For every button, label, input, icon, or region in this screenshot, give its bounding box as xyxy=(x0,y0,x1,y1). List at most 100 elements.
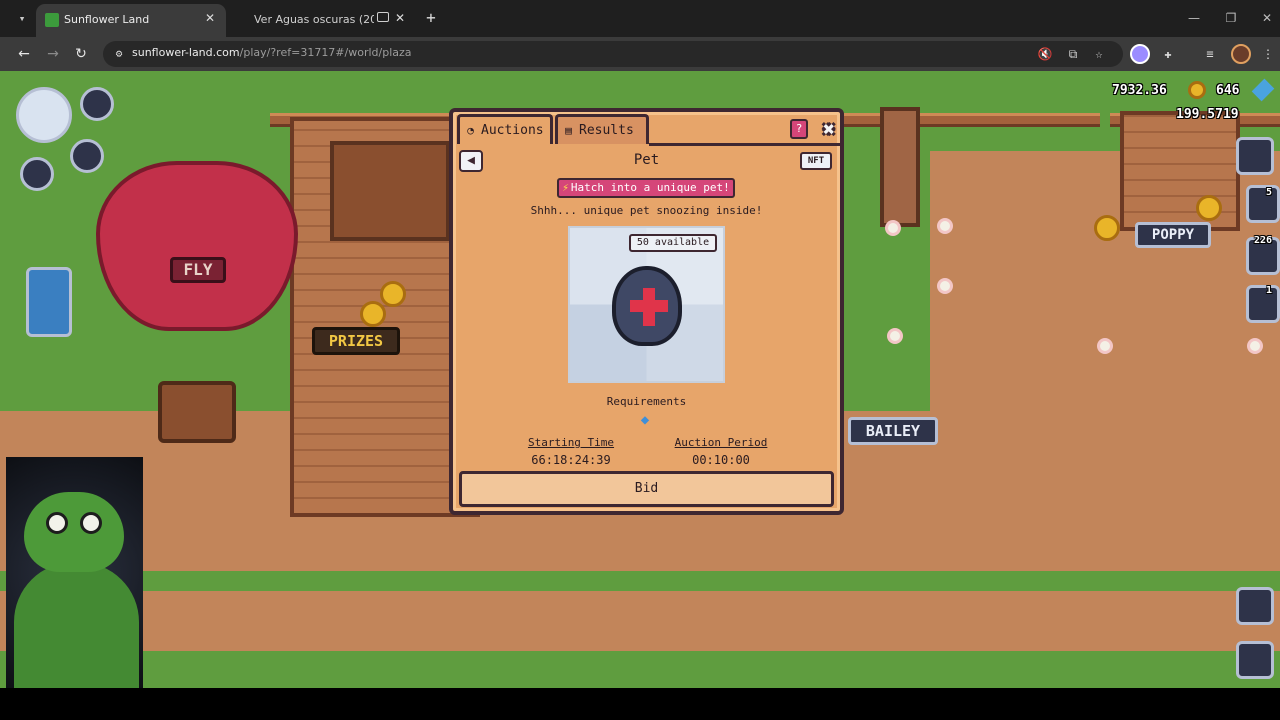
shop-building xyxy=(1120,111,1240,231)
maximize-window-button[interactable]: ❐ xyxy=(1221,9,1241,27)
auction-period-label: Auction Period xyxy=(674,436,768,449)
inventory-chest-icon[interactable] xyxy=(20,157,54,191)
letterbox-bar xyxy=(0,688,1280,720)
coin-decoration xyxy=(360,301,386,327)
shelf xyxy=(880,107,920,227)
requirements-label: Requirements xyxy=(606,395,687,408)
hatch-badge: ⚡ Hatch into a unique pet! xyxy=(557,178,735,198)
tab-search-button[interactable]: ▾ xyxy=(12,9,32,29)
reading-list-icon[interactable]: ≡ xyxy=(1201,45,1219,63)
auction-period: Auction Period 00:10:00 xyxy=(646,436,796,467)
tab-title: Ver Aguas oscuras (2019) O xyxy=(254,13,374,26)
coin-decoration xyxy=(1196,195,1222,221)
egg-marking xyxy=(630,300,668,312)
browser-tab-strip: ▾ Sunflower Land ✕ Ver Aguas oscuras (20… xyxy=(0,0,1280,37)
minimize-window-button[interactable]: — xyxy=(1184,9,1204,27)
url-text: sunflower-land.com/play/?ref=31717#/worl… xyxy=(132,46,412,59)
side-count: 1 xyxy=(1266,285,1273,296)
flower xyxy=(940,221,950,231)
kermit-eye xyxy=(46,512,68,534)
starting-time: Starting Time 66:18:24:39 xyxy=(496,436,646,467)
player-avatar[interactable] xyxy=(16,87,72,143)
balloon-basket xyxy=(158,381,236,443)
reload-button[interactable]: ↻ xyxy=(71,44,91,64)
balance-primary: 7932.36 xyxy=(1112,83,1167,98)
scroll-icon: ▤ xyxy=(565,124,572,137)
flower xyxy=(888,223,898,233)
save-icon[interactable] xyxy=(1236,587,1274,625)
bailey-npc-label[interactable]: BAILEY xyxy=(848,417,938,445)
stopwatch-icon: ◔ xyxy=(467,124,474,137)
basket-icon[interactable] xyxy=(1236,137,1274,175)
tab-results-label: Results xyxy=(579,123,634,138)
codex-icon[interactable] xyxy=(1246,185,1280,223)
item-description: Shhh... unique pet snoozing inside! xyxy=(530,204,763,217)
fly-label[interactable]: FLY xyxy=(170,257,226,283)
item-title: Pet xyxy=(633,152,660,168)
flower xyxy=(940,281,950,291)
muted-icon[interactable]: 🔇 xyxy=(1037,46,1053,62)
address-bar[interactable]: ⚙ sunflower-land.com/play/?ref=31717#/wo… xyxy=(103,41,1123,67)
site-info-icon[interactable]: ⚙ xyxy=(111,46,127,62)
flower xyxy=(1100,341,1110,351)
forward-button[interactable]: → xyxy=(43,44,63,64)
flower xyxy=(1250,341,1260,351)
new-tab-button[interactable]: + xyxy=(422,9,440,27)
hot-air-balloon[interactable] xyxy=(96,161,298,331)
auction-period-value: 00:10:00 xyxy=(692,453,750,467)
bookmark-star-icon[interactable]: ☆ xyxy=(1091,46,1107,62)
pet-egg-icon xyxy=(612,266,682,346)
flower xyxy=(890,331,900,341)
prizes-sign[interactable]: PRIZES xyxy=(312,327,400,355)
close-icon[interactable]: ✖ xyxy=(817,117,841,141)
bid-button[interactable]: Bid xyxy=(459,471,834,507)
coin-decoration xyxy=(380,281,406,307)
sunflower-favicon-icon xyxy=(45,13,59,27)
tab-ver-aguas-oscuras[interactable]: Ver Aguas oscuras (2019) O ✕ xyxy=(236,4,416,37)
pickaxe-icon[interactable] xyxy=(1246,285,1280,323)
tab-auctions[interactable]: ◔ Auctions xyxy=(457,114,553,144)
webcam-overlay xyxy=(6,457,143,688)
extensions-puzzle-icon[interactable]: ✚ xyxy=(1159,45,1177,63)
kermit-body xyxy=(14,562,139,688)
install-app-icon[interactable]: ⧉ xyxy=(1065,46,1081,62)
gems-count: 646 xyxy=(1216,83,1240,98)
media-playing-icon xyxy=(377,12,389,22)
lightning-bolt-icon: ⚡ xyxy=(562,181,569,194)
tab-results[interactable]: ▤ Results xyxy=(555,114,649,144)
extension-icon[interactable] xyxy=(1130,44,1150,64)
coin-decoration xyxy=(1094,215,1120,241)
auction-modal: ◔ Auctions ▤ Results ? ✖ ◀ Pet NFT ⚡ Hatc… xyxy=(449,108,844,515)
close-window-button[interactable]: ✕ xyxy=(1257,9,1277,27)
settings-cog-icon[interactable] xyxy=(1236,641,1274,679)
tab-auctions-label: Auctions xyxy=(481,123,544,138)
auction-body: ◀ Pet NFT ⚡ Hatch into a unique pet! Shhh… xyxy=(453,146,840,511)
nft-badge: NFT xyxy=(800,152,832,170)
back-button[interactable]: ← xyxy=(14,44,34,64)
close-tab-icon[interactable]: ✕ xyxy=(202,10,218,26)
starting-time-label: Starting Time xyxy=(527,436,615,449)
close-tab-icon[interactable]: ✕ xyxy=(392,10,408,26)
dirt-road xyxy=(0,591,1280,651)
market-stall xyxy=(330,141,450,241)
starting-time-value: 66:18:24:39 xyxy=(531,453,611,467)
profile-avatar[interactable] xyxy=(1231,44,1251,64)
key-icon[interactable]: ? xyxy=(790,119,808,139)
kermit-head xyxy=(24,492,124,572)
gem-icon xyxy=(1251,78,1275,102)
availability-badge: 50 available xyxy=(629,234,717,252)
poppy-npc-label[interactable]: POPPY xyxy=(1135,222,1211,248)
browser-toolbar: ← → ↻ ⚙ sunflower-land.com/play/?ref=317… xyxy=(0,37,1280,71)
kermit-eye xyxy=(80,512,102,534)
side-count: 226 xyxy=(1254,235,1273,246)
world-map-icon[interactable] xyxy=(70,139,104,173)
side-count: 5 xyxy=(1266,187,1273,198)
banner-flag-icon[interactable] xyxy=(26,267,72,337)
coin-icon xyxy=(1188,81,1206,99)
balance-secondary: 199.5719 xyxy=(1176,107,1239,122)
tab-sunflower-land[interactable]: Sunflower Land ✕ xyxy=(36,4,226,37)
gem-requirement-icon: ◆ xyxy=(640,412,650,428)
browser-menu-icon[interactable]: ⋮ xyxy=(1259,45,1277,63)
tab-title: Sunflower Land xyxy=(64,13,150,26)
settings-gear-icon[interactable] xyxy=(80,87,114,121)
